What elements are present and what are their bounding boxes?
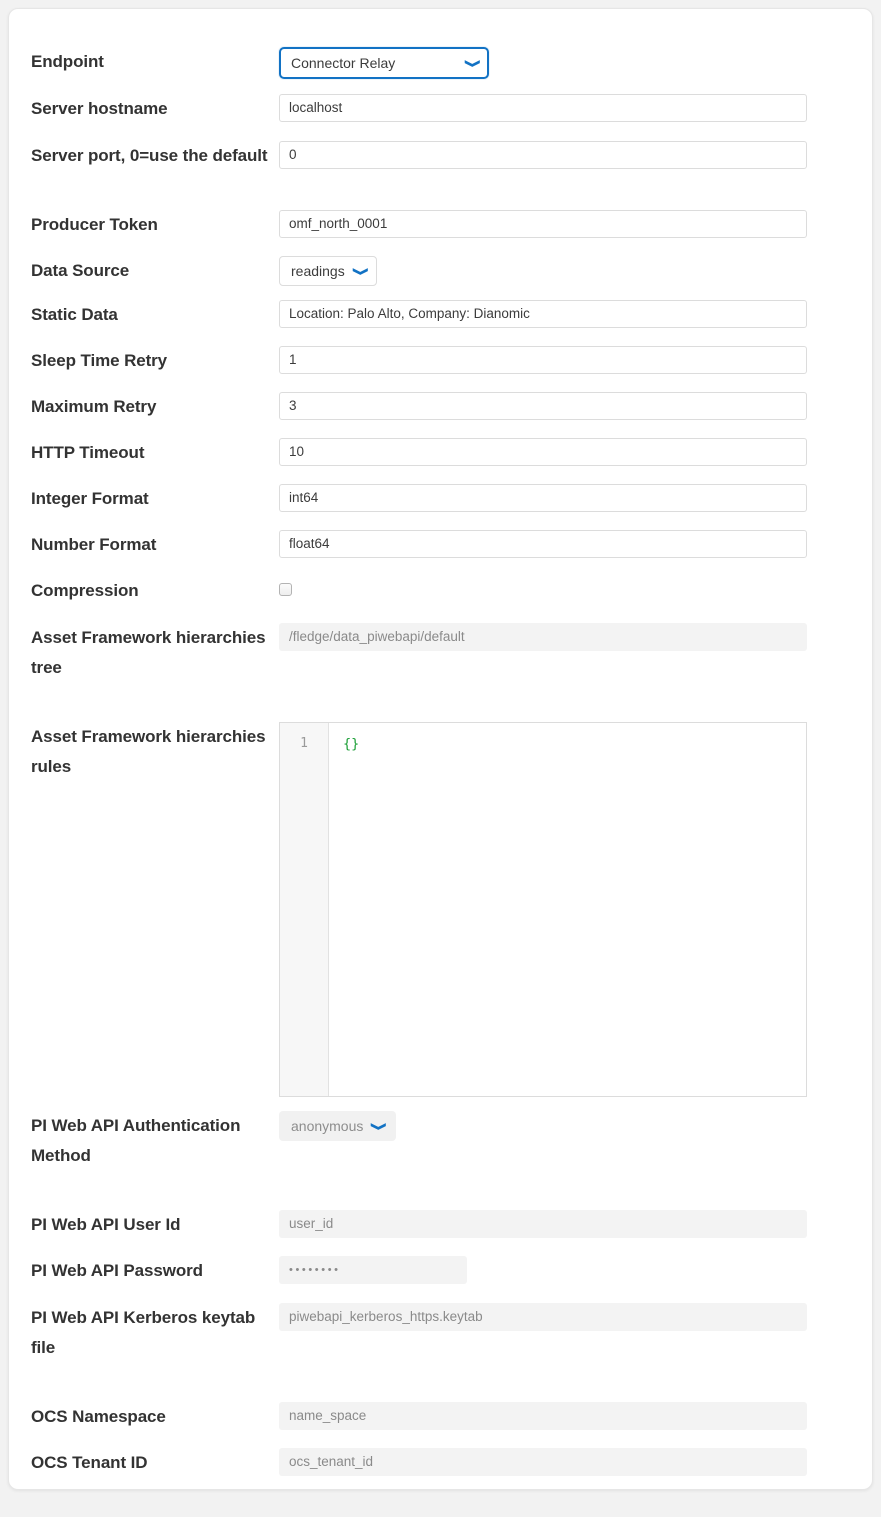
label-piwebapi-password: PI Web API Password	[31, 1261, 203, 1280]
label-server-port: Server port, 0=use the default	[31, 146, 268, 165]
chevron-down-icon: ❯	[352, 266, 368, 276]
label-sleep-time-retry: Sleep Time Retry	[31, 351, 168, 370]
label-af-hierarchies-rules: Asset Framework hierarchies rules	[31, 727, 266, 776]
form-row-integer-format: Integer Format int64	[9, 484, 872, 514]
data-source-select[interactable]: readings ❯	[279, 256, 377, 286]
control-producer-token: omf_north_0001	[279, 210, 872, 238]
form-row-maximum-retry: Maximum Retry 3	[9, 392, 872, 422]
number-format-input[interactable]: float64	[279, 530, 807, 558]
maximum-retry-input[interactable]: 3	[279, 392, 807, 420]
control-endpoint: Connector Relay ❯	[279, 47, 872, 79]
data-source-select-value: readings	[291, 263, 345, 279]
control-piwebapi-user-id: user_id	[279, 1210, 872, 1238]
control-ocs-tenant-id: ocs_tenant_id	[279, 1448, 872, 1476]
ocs-tenant-id-input: ocs_tenant_id	[279, 1448, 807, 1476]
north-plugin-config-card: Endpoint Connector Relay ❯ Server hostna…	[8, 8, 873, 1490]
form-row-static-data: Static Data Location: Palo Alto, Company…	[9, 300, 872, 330]
control-number-format: float64	[279, 530, 872, 558]
af-hierarchies-rules-editor[interactable]: 1 {}	[279, 722, 807, 1097]
control-data-source: readings ❯	[279, 256, 872, 286]
label-piwebapi-kerberos-keytab: PI Web API Kerberos keytab file	[31, 1308, 256, 1357]
form-row-compression: Compression	[9, 576, 872, 606]
form-row-ocs-tenant-id: OCS Tenant ID ocs_tenant_id	[9, 1448, 872, 1478]
form-row-piwebapi-password: PI Web API Password ••••••••	[9, 1256, 872, 1286]
server-port-input[interactable]: 0	[279, 141, 807, 169]
label-af-hierarchies-tree: Asset Framework hierarchies tree	[31, 628, 266, 677]
label-piwebapi-auth-method: PI Web API Authentication Method	[31, 1116, 241, 1165]
piwebapi-password-input: ••••••••	[279, 1256, 467, 1284]
control-piwebapi-password: ••••••••	[279, 1256, 872, 1284]
piwebapi-kerberos-keytab-input: piwebapi_kerberos_https.keytab	[279, 1303, 807, 1331]
producer-token-input[interactable]: omf_north_0001	[279, 210, 807, 238]
endpoint-select-value: Connector Relay	[291, 55, 396, 71]
server-hostname-input[interactable]: localhost	[279, 94, 807, 122]
form-row-number-format: Number Format float64	[9, 530, 872, 560]
editor-code-content[interactable]: {}	[329, 723, 806, 1096]
form-row-server-port: Server port, 0=use the default 0	[9, 141, 872, 171]
control-piwebapi-kerberos-keytab: piwebapi_kerberos_https.keytab	[279, 1303, 872, 1331]
label-endpoint: Endpoint	[31, 52, 104, 71]
control-maximum-retry: 3	[279, 392, 872, 420]
form-row-endpoint: Endpoint Connector Relay ❯	[9, 47, 872, 79]
piwebapi-user-id-input: user_id	[279, 1210, 807, 1238]
static-data-input[interactable]: Location: Palo Alto, Company: Dianomic	[279, 300, 807, 328]
control-af-hierarchies-rules: 1 {}	[279, 722, 872, 1097]
label-piwebapi-user-id: PI Web API User Id	[31, 1215, 181, 1234]
control-http-timeout: 10	[279, 438, 872, 466]
control-piwebapi-auth-method: anonymous ❯	[279, 1111, 872, 1141]
form-row-piwebapi-auth-method: PI Web API Authentication Method anonymo…	[9, 1111, 872, 1171]
af-hierarchies-tree-input: /fledge/data_piwebapi/default	[279, 623, 807, 651]
form-row-data-source: Data Source readings ❯	[9, 256, 872, 286]
control-af-hierarchies-tree: /fledge/data_piwebapi/default	[279, 623, 872, 651]
piwebapi-auth-method-value: anonymous	[291, 1118, 364, 1134]
form-row-http-timeout: HTTP Timeout 10	[9, 438, 872, 468]
label-number-format: Number Format	[31, 535, 157, 554]
piwebapi-auth-method-select: anonymous ❯	[279, 1111, 396, 1141]
control-sleep-time-retry: 1	[279, 346, 872, 374]
control-compression	[279, 576, 872, 596]
integer-format-input[interactable]: int64	[279, 484, 807, 512]
form-row-piwebapi-user-id: PI Web API User Id user_id	[9, 1210, 872, 1240]
form-row-af-hierarchies-tree: Asset Framework hierarchies tree /fledge…	[9, 623, 872, 683]
form-row-af-hierarchies-rules: Asset Framework hierarchies rules 1 {}	[9, 722, 872, 1097]
form-row-sleep-time-retry: Sleep Time Retry 1	[9, 346, 872, 376]
control-server-hostname: localhost	[279, 94, 872, 122]
compression-checkbox[interactable]	[279, 583, 292, 596]
ocs-namespace-input: name_space	[279, 1402, 807, 1430]
form-row-server-hostname: Server hostname localhost	[9, 94, 872, 124]
label-ocs-namespace: OCS Namespace	[31, 1407, 166, 1426]
chevron-down-icon: ❯	[464, 58, 480, 68]
editor-line-number-gutter: 1	[280, 723, 329, 1096]
form-row-ocs-namespace: OCS Namespace name_space	[9, 1402, 872, 1432]
control-static-data: Location: Palo Alto, Company: Dianomic	[279, 300, 872, 328]
label-static-data: Static Data	[31, 305, 118, 324]
label-ocs-tenant-id: OCS Tenant ID	[31, 1453, 148, 1472]
label-maximum-retry: Maximum Retry	[31, 397, 157, 416]
endpoint-select[interactable]: Connector Relay ❯	[279, 47, 489, 79]
label-server-hostname: Server hostname	[31, 99, 168, 118]
chevron-down-icon: ❯	[370, 1121, 387, 1131]
control-server-port: 0	[279, 141, 872, 169]
label-http-timeout: HTTP Timeout	[31, 443, 145, 462]
label-data-source: Data Source	[31, 261, 130, 280]
label-integer-format: Integer Format	[31, 489, 149, 508]
form-row-producer-token: Producer Token omf_north_0001	[9, 210, 872, 240]
control-integer-format: int64	[279, 484, 872, 512]
sleep-time-retry-input[interactable]: 1	[279, 346, 807, 374]
control-ocs-namespace: name_space	[279, 1402, 872, 1430]
form-row-piwebapi-kerberos-keytab: PI Web API Kerberos keytab file piwebapi…	[9, 1303, 872, 1363]
label-compression: Compression	[31, 581, 139, 600]
http-timeout-input[interactable]: 10	[279, 438, 807, 466]
label-producer-token: Producer Token	[31, 215, 158, 234]
configuration-form: Endpoint Connector Relay ❯ Server hostna…	[9, 9, 872, 1489]
